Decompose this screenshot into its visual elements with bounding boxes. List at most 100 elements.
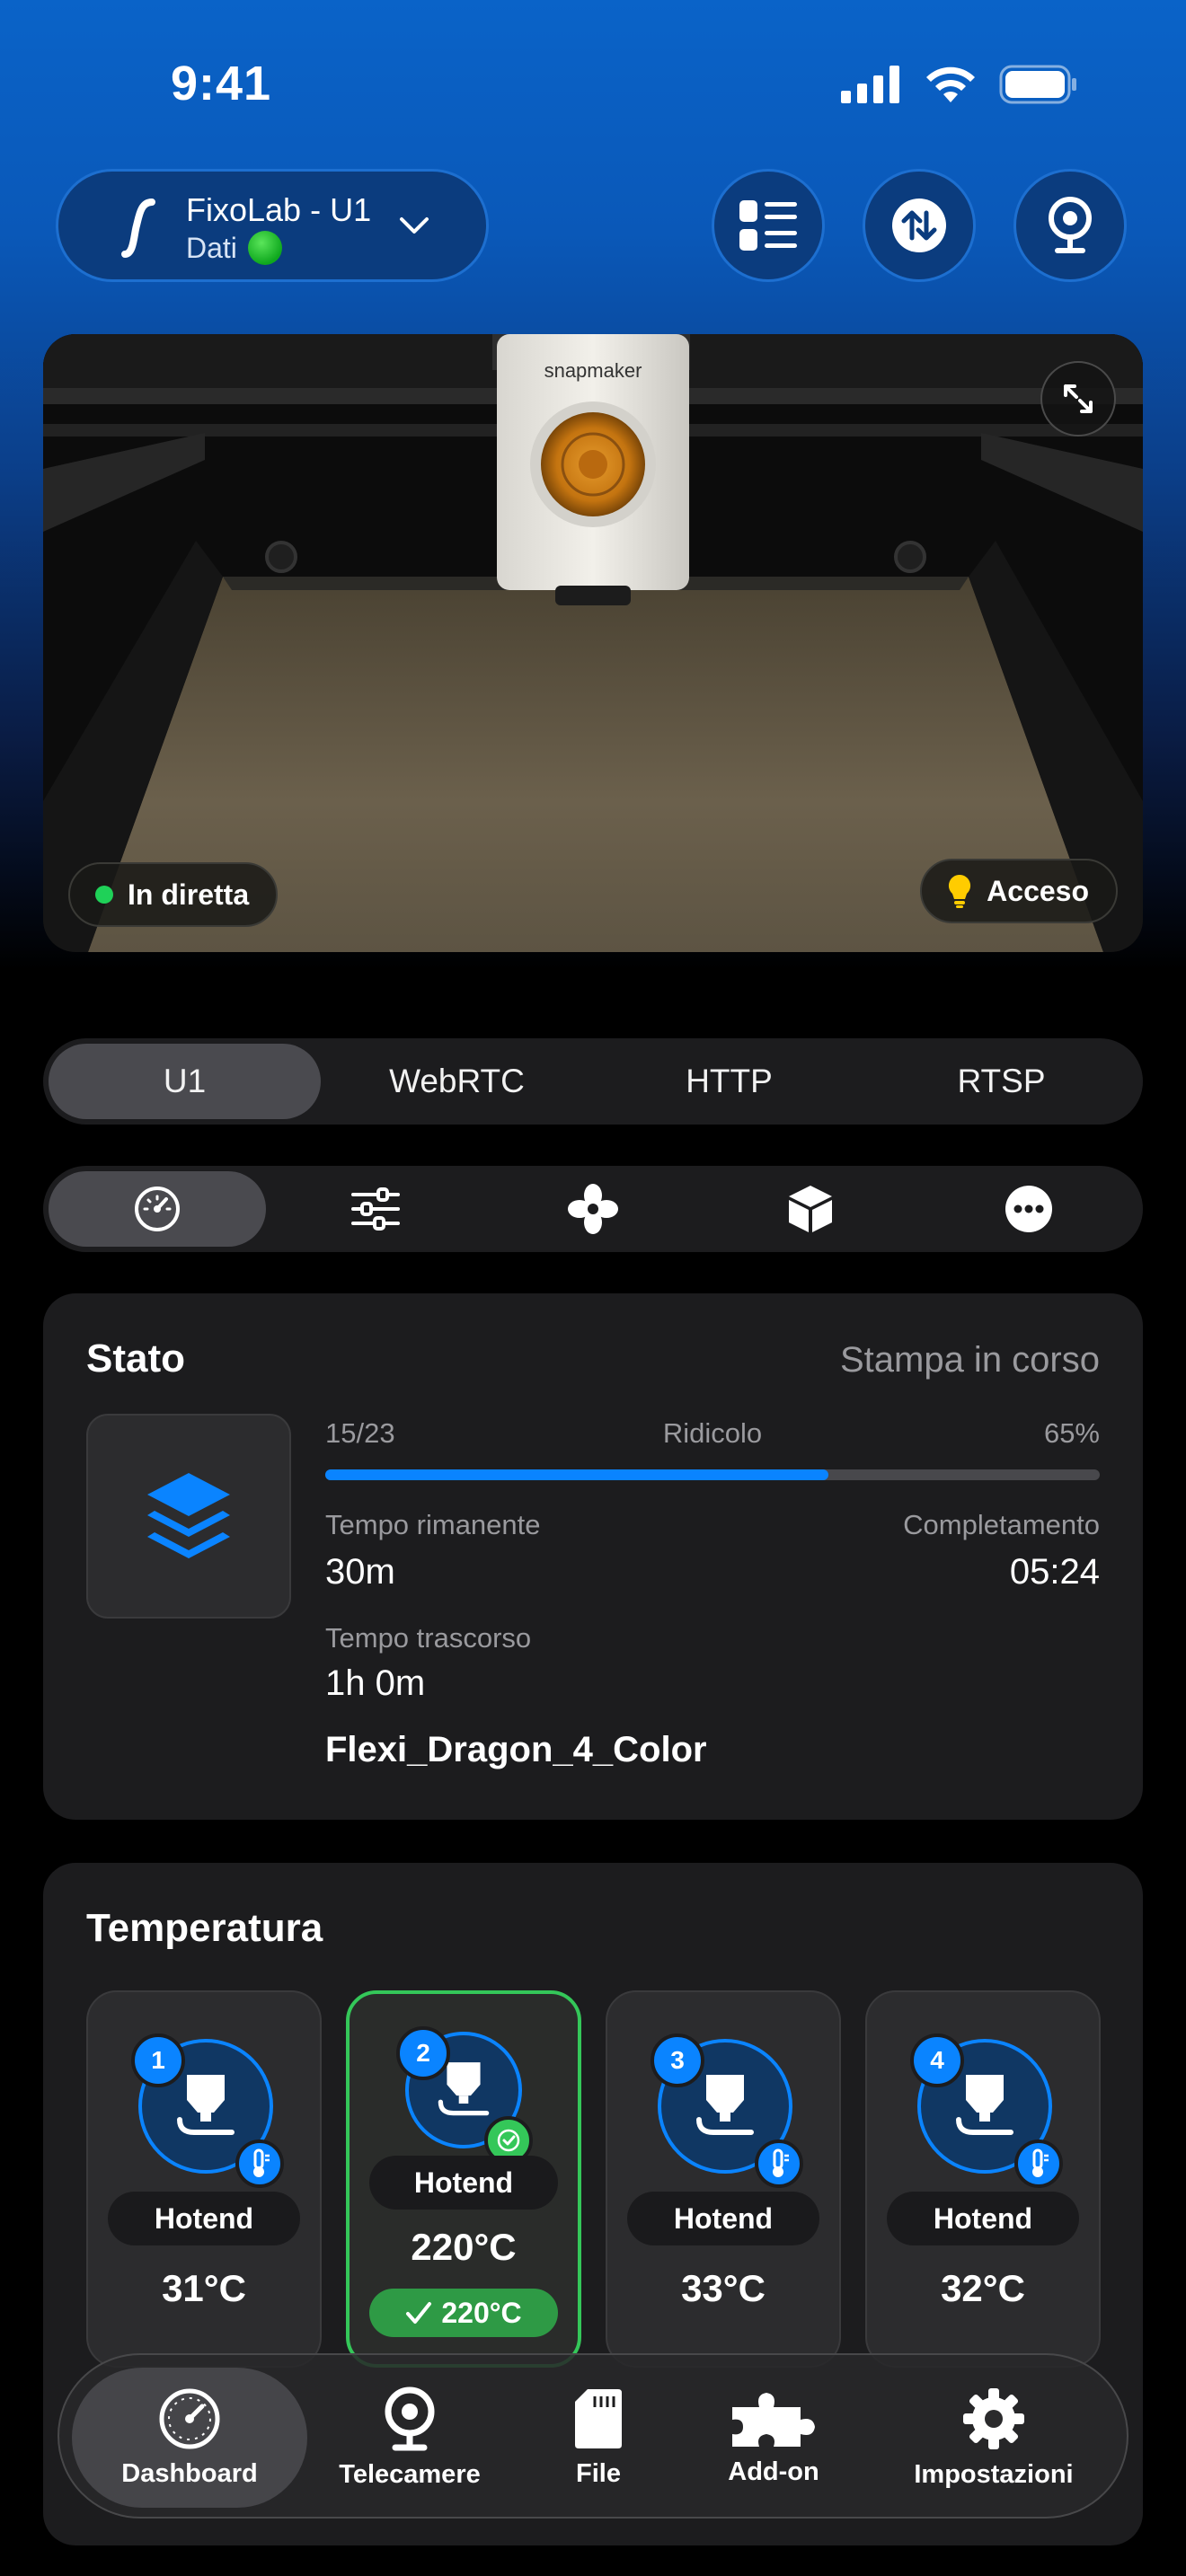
nav-dashboard[interactable]: Dashboard [72,2368,307,2508]
tab-u1[interactable]: U1 [49,1044,321,1119]
light-toggle[interactable]: Acceso [920,859,1118,923]
live-dot-icon [95,886,113,904]
tab-more[interactable] [920,1171,1137,1247]
status-title: Stato [86,1337,185,1381]
chevron-down-icon [400,217,429,234]
checkmark-icon [406,2302,432,2324]
printer-connection-status: Dati [186,231,282,265]
thermometer-icon [235,2139,284,2188]
nozzle-icon [177,2075,235,2135]
webcam-icon [385,2386,435,2450]
progress-bar [325,1469,1100,1480]
hotend-card-1[interactable]: 1 Hotend 31°C [86,1990,322,2368]
nav-addons[interactable]: Add-on [697,2355,850,2520]
tab-rtsp[interactable]: RTSP [865,1044,1137,1119]
hotend-target-temp: 220°C [441,2296,522,2329]
hotend-number-badge: 2 [396,2026,450,2080]
status-card: Stato Stampa in corso 15/23 Ridicolo 65%… [43,1293,1143,1820]
nav-files[interactable]: File [535,2355,661,2520]
hotend-temp: 33°C [681,2267,766,2309]
webcam-button[interactable] [1013,169,1127,282]
camera-brand-text: snapmaker [544,359,642,382]
speed-profile: Ridicolo [662,1417,763,1449]
completion-label: Completamento [903,1509,1100,1540]
remaining-value: 30m [325,1552,395,1592]
hotend-label: Hotend [627,2192,819,2245]
nozzle-icon [956,2075,1013,2135]
tab-http[interactable]: HTTP [593,1044,865,1119]
camera-feed[interactable]: snapmaker In diretta Acceso [43,334,1143,952]
dashboard-gauge-icon [159,2388,220,2448]
battery-icon [999,65,1076,104]
hotend-temp: 32°C [941,2267,1025,2309]
tab-filament[interactable] [702,1171,919,1247]
nav-settings-label: Impostazioni [914,2459,1074,2489]
progress-bar-fill [325,1469,829,1480]
bottom-tab-bar: Dashboard Telecamere File Add-on Imposta… [58,2353,1128,2519]
status-bar: 9:41 [0,0,1186,171]
list-icon [739,200,797,251]
more-icon [1005,1186,1052,1232]
wifi-icon [926,66,975,102]
sd-card-icon [575,2388,622,2448]
printer-name: FixoLab - U1 [186,191,372,228]
dashboard-gauge-icon [135,1187,181,1231]
fan-icon [568,1184,619,1234]
printer-subtitle: Dati [186,231,237,264]
fullscreen-button[interactable] [1040,361,1116,437]
box-icon [789,1186,833,1232]
nav-settings[interactable]: Impostazioni [886,2355,1102,2520]
hotend-number-badge: 3 [651,2033,704,2087]
temperature-title: Temperatura [86,1906,323,1950]
thermometer-icon [755,2139,803,2188]
elapsed-label: Tempo trascorso [325,1622,532,1654]
status-value: Stampa in corso [839,1340,1100,1380]
tab-fans[interactable] [484,1171,702,1247]
hotend-label: Hotend [108,2192,300,2245]
hotend-temp: 31°C [162,2267,246,2309]
hotend-label: Hotend [369,2156,558,2210]
elapsed-value: 1h 0m [325,1663,426,1703]
nav-dashboard-label: Dashboard [121,2458,258,2488]
status-time: 9:41 [171,57,272,110]
printer-selector[interactable]: FixoLab - U1 Dati [56,169,489,282]
stream-source-tabs: U1 WebRTC HTTP RTSP [43,1038,1143,1125]
layers-icon [147,1473,230,1558]
gear-icon [963,2387,1024,2449]
expand-icon [1064,384,1093,413]
nozzle-icon [696,2075,754,2135]
cellular-signal-icon [841,66,899,103]
file-name: Flexi_Dragon_4_Color [325,1730,707,1769]
tab-overview[interactable] [49,1171,267,1247]
tab-controls[interactable] [266,1171,483,1247]
layers-thumbnail [86,1414,291,1619]
hotend-temp: 220°C [411,2226,517,2268]
lightbulb-icon [949,874,971,908]
live-label: In diretta [128,878,250,911]
remaining-label: Tempo rimanente [325,1509,541,1540]
nav-cameras[interactable]: Telecamere [320,2355,500,2520]
progress-info-row: 15/23 Ridicolo 65% [325,1417,1100,1453]
hotend-target-badge: 220°C [369,2289,558,2337]
list-view-button[interactable] [712,169,825,282]
light-label: Acceso [987,874,1089,907]
arrows-up-down-icon [892,198,946,252]
hotend-label: Hotend [887,2192,1079,2245]
webcam-icon [1049,197,1092,253]
nav-addons-label: Add-on [728,2457,819,2486]
hotend-card-3[interactable]: 3 Hotend 33°C [606,1990,841,2368]
nav-cameras-label: Telecamere [339,2459,481,2489]
completion-value: 05:24 [1009,1552,1100,1592]
panel-tabs [43,1166,1143,1252]
live-badge: In diretta [68,862,279,927]
tab-webrtc[interactable]: WebRTC [321,1044,593,1119]
transfer-button[interactable] [863,169,976,282]
progress-percent: 65% [1043,1417,1100,1449]
thermometer-icon [1014,2139,1063,2188]
hotend-card-2[interactable]: 2 Hotend 220°C 220°C [346,1990,581,2368]
hotend-card-4[interactable]: 4 Hotend 32°C [865,1990,1101,2368]
online-indicator-icon [247,231,282,265]
sliders-icon [350,1187,400,1231]
puzzle-piece-icon [732,2392,815,2447]
hotend-number-badge: 1 [131,2033,185,2087]
